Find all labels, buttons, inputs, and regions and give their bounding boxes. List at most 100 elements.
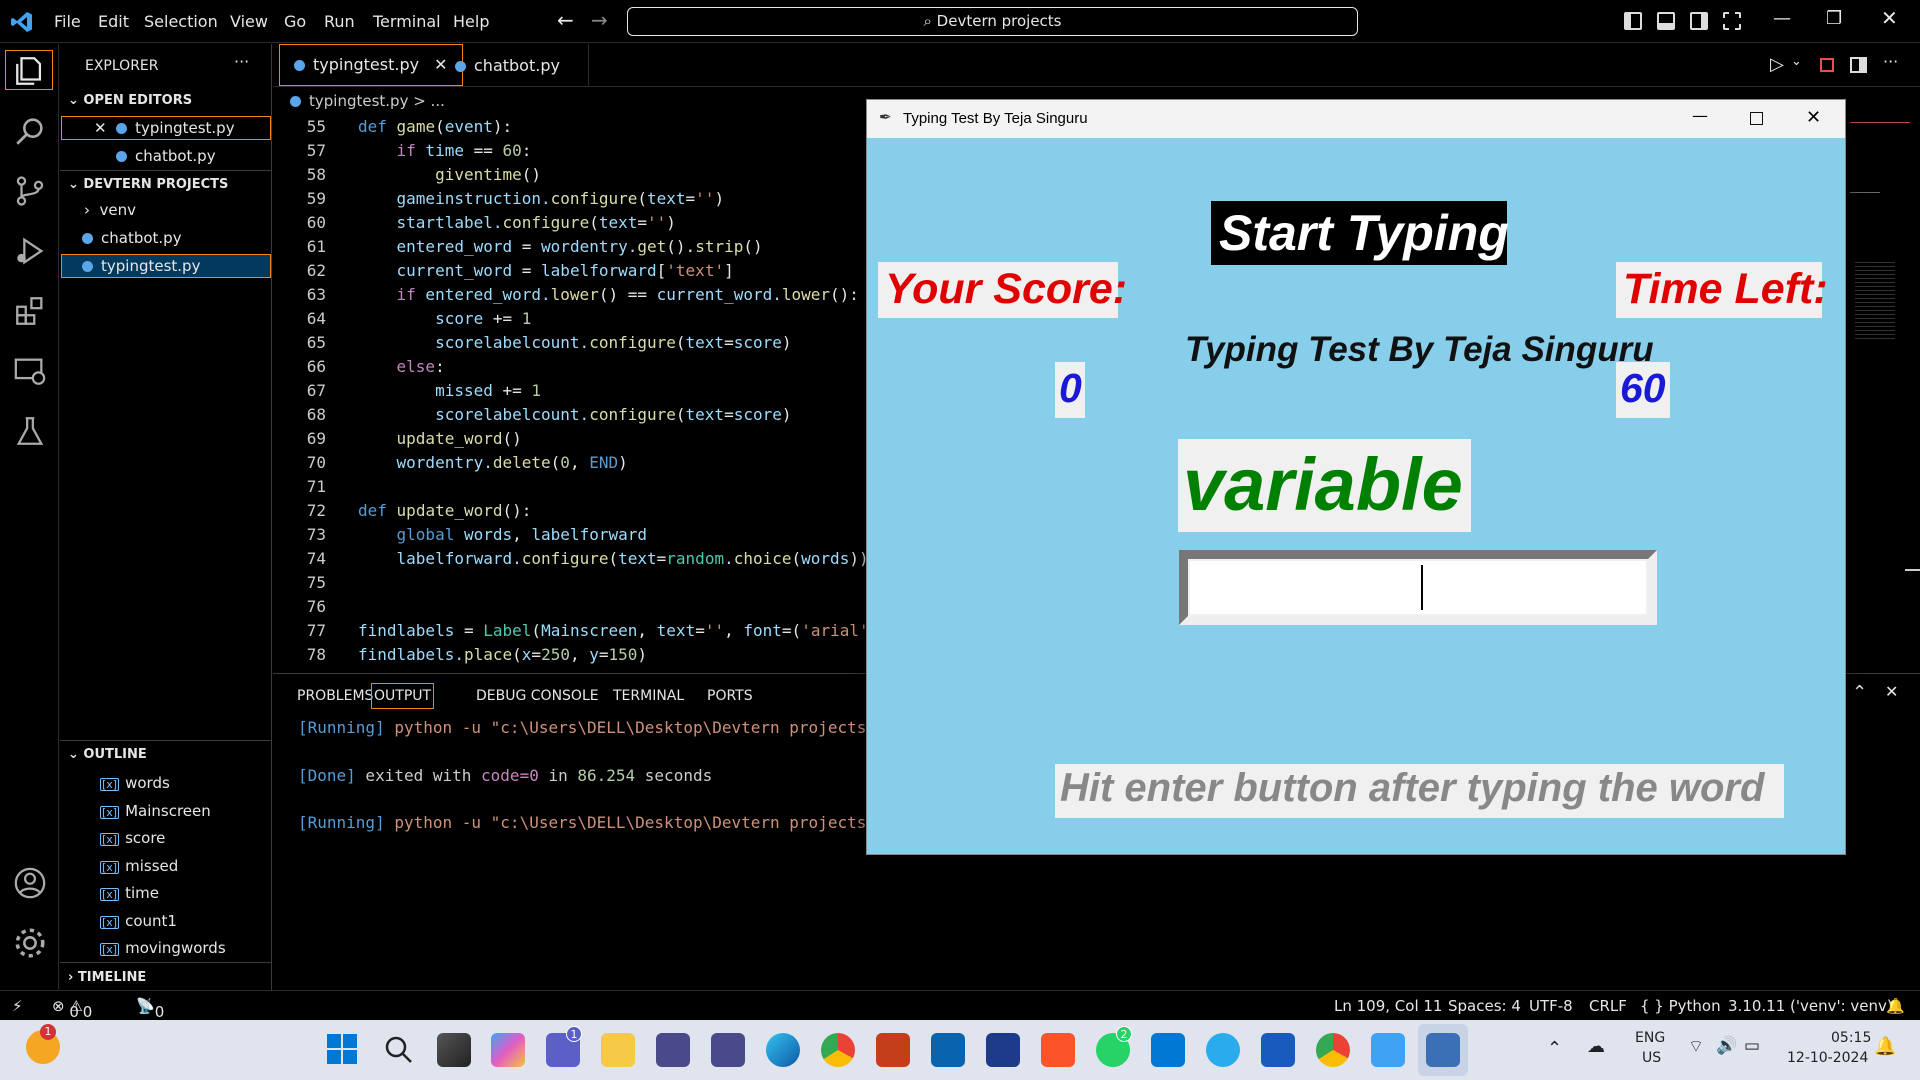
breadcrumb[interactable]: typingtest.py > ... bbox=[290, 92, 445, 110]
maximize-icon[interactable] bbox=[1750, 112, 1763, 125]
source-control-icon[interactable] bbox=[13, 174, 47, 208]
outline-item[interactable]: [x] count1 bbox=[100, 912, 177, 930]
folder-item[interactable]: › venv bbox=[84, 201, 136, 219]
notifications-bell-icon[interactable]: 🔔 bbox=[1874, 1036, 1896, 1057]
vscode-taskbar-icon[interactable] bbox=[1151, 1033, 1185, 1067]
store-icon[interactable] bbox=[986, 1033, 1020, 1067]
clock-date[interactable]: 12-10-2024 bbox=[1787, 1050, 1868, 1066]
search-icon[interactable] bbox=[13, 114, 47, 148]
show-hidden-icons-icon[interactable]: ⌃ bbox=[1547, 1038, 1562, 1059]
app-icon[interactable] bbox=[711, 1033, 745, 1067]
copilot-icon[interactable] bbox=[491, 1033, 525, 1067]
word-entry-input[interactable] bbox=[1190, 561, 1646, 614]
file-item-active[interactable]: typingtest.py bbox=[82, 257, 200, 275]
remote-explorer-icon[interactable] bbox=[13, 354, 47, 388]
run-debug-icon[interactable] bbox=[13, 234, 47, 268]
menu-view[interactable]: View bbox=[230, 12, 268, 31]
chrome-profile-icon[interactable] bbox=[1316, 1033, 1350, 1067]
menu-help[interactable]: Help bbox=[453, 12, 489, 31]
windows-start-icon[interactable] bbox=[326, 1033, 358, 1065]
more-actions-icon[interactable]: ··· bbox=[1883, 52, 1898, 71]
language-region[interactable]: US bbox=[1642, 1050, 1661, 1066]
edge-icon[interactable] bbox=[766, 1033, 800, 1067]
indentation[interactable]: Spaces: 4 bbox=[1448, 997, 1521, 1015]
python-interpreter[interactable]: 3.10.11 ('venv': venv) bbox=[1728, 997, 1893, 1015]
app-icon[interactable] bbox=[656, 1033, 690, 1067]
menu-edit[interactable]: Edit bbox=[98, 12, 129, 31]
encoding[interactable]: UTF-8 bbox=[1529, 997, 1573, 1015]
tab-typingtest[interactable]: typingtest.py ✕ bbox=[279, 44, 463, 86]
command-center-search[interactable]: ⌕ Devtern projects bbox=[627, 7, 1358, 36]
cursor-position[interactable]: Ln 109, Col 11 bbox=[1334, 997, 1442, 1015]
file-item[interactable]: chatbot.py bbox=[82, 229, 182, 247]
python-tk-app-icon[interactable] bbox=[1426, 1033, 1460, 1067]
minimize-icon[interactable]: — bbox=[1773, 8, 1791, 29]
menu-go[interactable]: Go bbox=[284, 12, 306, 31]
explorer-icon[interactable] bbox=[13, 54, 47, 88]
tab-debug-console[interactable]: DEBUG CONSOLE bbox=[476, 688, 599, 704]
menu-run[interactable]: Run bbox=[324, 12, 355, 31]
scrollbar-marker[interactable] bbox=[1905, 569, 1920, 571]
close-panel-icon[interactable]: ✕ bbox=[1885, 682, 1898, 701]
problems-status[interactable]: ⊗ 0 ⚠ 0 bbox=[52, 997, 92, 1021]
outlook-icon[interactable] bbox=[931, 1033, 965, 1067]
more-actions-icon[interactable]: ··· bbox=[234, 52, 249, 71]
outline-item[interactable]: [x] missed bbox=[100, 857, 178, 875]
task-view-icon[interactable] bbox=[437, 1033, 471, 1067]
open-editor-item[interactable]: chatbot.py bbox=[116, 147, 216, 165]
powerpoint-icon[interactable] bbox=[876, 1033, 910, 1067]
gear-icon[interactable] bbox=[13, 926, 47, 960]
chevron-down-icon[interactable]: ⌄ bbox=[1791, 54, 1802, 69]
menu-file[interactable]: File bbox=[54, 12, 81, 31]
outline-item[interactable]: [x] words bbox=[100, 774, 170, 792]
testing-icon[interactable] bbox=[13, 414, 47, 448]
tab-output[interactable]: OUTPUT bbox=[371, 683, 435, 709]
close-window-icon[interactable]: ✕ bbox=[1806, 107, 1821, 128]
remote-icon[interactable]: ⚡ bbox=[12, 997, 23, 1015]
tab-ports[interactable]: PORTS bbox=[707, 688, 753, 704]
clock-time[interactable]: 05:15 bbox=[1831, 1030, 1871, 1046]
toggle-secondary-sidebar-icon[interactable] bbox=[1690, 12, 1708, 30]
open-editors-header[interactable]: ⌄ OPEN EDITORS bbox=[68, 93, 192, 108]
tab-chatbot[interactable]: chatbot.py bbox=[441, 44, 589, 87]
toggle-panel-icon[interactable] bbox=[1657, 12, 1675, 30]
extensions-icon[interactable] bbox=[13, 294, 47, 328]
run-file-icon[interactable]: ▷ bbox=[1770, 54, 1784, 75]
word-icon[interactable] bbox=[1261, 1033, 1295, 1067]
notepad-icon[interactable] bbox=[1371, 1033, 1405, 1067]
stop-icon[interactable] bbox=[1820, 58, 1834, 72]
outline-header[interactable]: ⌄ OUTLINE bbox=[68, 747, 147, 762]
ports-status[interactable]: 📡 0 bbox=[136, 997, 164, 1021]
code-editor[interactable]: 55 def game(event): 57 if time == 60: 58… bbox=[273, 114, 873, 674]
battery-icon[interactable]: ▭ bbox=[1744, 1036, 1760, 1056]
telegram-icon[interactable] bbox=[1206, 1033, 1240, 1067]
tab-terminal[interactable]: TERMINAL bbox=[613, 688, 684, 704]
forward-arrow-icon[interactable]: → bbox=[591, 8, 608, 32]
end-of-line[interactable]: CRLF bbox=[1589, 997, 1627, 1015]
open-editor-item[interactable]: ✕ typingtest.py bbox=[94, 119, 235, 137]
menu-terminal[interactable]: Terminal bbox=[373, 12, 441, 31]
close-icon[interactable]: ✕ bbox=[94, 119, 107, 137]
toggle-primary-sidebar-icon[interactable] bbox=[1624, 12, 1642, 30]
search-icon[interactable] bbox=[383, 1034, 415, 1066]
outline-item[interactable]: [x] score bbox=[100, 829, 165, 847]
onedrive-icon[interactable]: ☁ bbox=[1587, 1036, 1605, 1057]
volume-icon[interactable]: 🔊 bbox=[1716, 1036, 1737, 1056]
language-mode[interactable]: { } Python bbox=[1640, 997, 1721, 1015]
project-header[interactable]: ⌄ DEVTERN PROJECTS bbox=[68, 177, 228, 192]
minimap[interactable] bbox=[1850, 122, 1910, 352]
language-indicator[interactable]: ENG bbox=[1635, 1030, 1665, 1046]
close-window-icon[interactable]: ✕ bbox=[1881, 6, 1898, 30]
minimize-icon[interactable]: — bbox=[1692, 106, 1708, 125]
back-arrow-icon[interactable]: ← bbox=[557, 8, 574, 32]
chrome-icon[interactable] bbox=[821, 1033, 855, 1067]
outline-item[interactable]: [x] movingwords bbox=[100, 939, 226, 957]
tab-problems[interactable]: PROBLEMS bbox=[297, 688, 373, 704]
split-editor-icon[interactable] bbox=[1850, 57, 1867, 73]
outline-item[interactable]: [x] time bbox=[100, 884, 159, 902]
menu-selection[interactable]: Selection bbox=[144, 12, 218, 31]
restore-icon[interactable]: ❐ bbox=[1826, 8, 1842, 29]
wifi-icon[interactable]: ⌔ bbox=[1688, 1036, 1704, 1057]
maximize-panel-icon[interactable]: ⌃ bbox=[1852, 682, 1867, 703]
accounts-icon[interactable] bbox=[13, 866, 47, 900]
